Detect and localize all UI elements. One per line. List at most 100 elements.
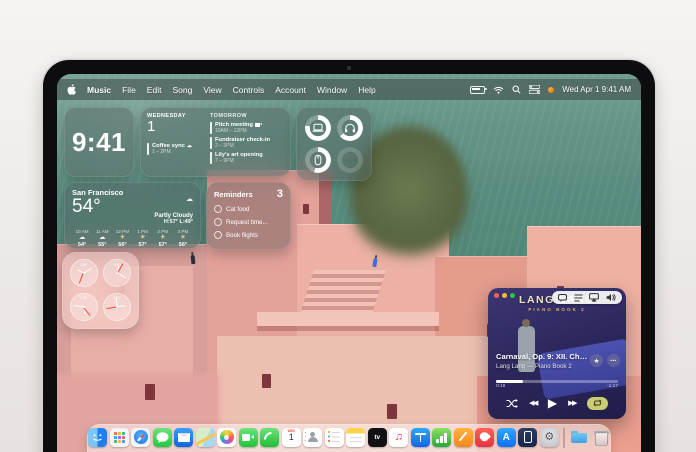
close-button[interactable] [494,293,499,298]
dock-icon-keynote[interactable] [411,428,430,447]
zoom-button[interactable] [510,293,515,298]
dock-icon-phone[interactable] [260,428,279,447]
airplay-icon[interactable] [589,293,599,302]
battery-icon[interactable] [470,86,485,94]
dock-icon-calendar[interactable]: WED1 [282,428,301,447]
menu-music[interactable]: Music [87,85,111,95]
dock-icon-trash[interactable] [591,428,610,447]
analog-clock: TOK [103,293,131,321]
reminders-widget[interactable]: Reminders 3 Cat food Request time... Boo… [206,182,291,250]
dock-icon-reminders[interactable] [325,428,344,447]
reminder-item[interactable]: Request time... [214,218,283,226]
remaining-time: -1:17 [607,384,618,389]
menu-song[interactable]: Song [172,85,192,95]
dock-icon-facetime[interactable] [239,428,258,447]
dock-icon-photos[interactable] [217,428,236,447]
dock-icon-finder[interactable] [88,428,107,447]
dock-icon-contacts[interactable] [303,428,322,447]
calendar-widget[interactable]: WEDNESDAY 1 Coffee sync☁ 1 – 2PM TOMORRO… [140,107,291,177]
more-button[interactable]: ••• [607,354,620,367]
weather-hour: 10 AM☁54° [72,229,92,248]
dock-icon-notes[interactable] [346,428,365,447]
dock-icon-mail[interactable] [174,428,193,447]
dock-icon-messages[interactable] [153,428,172,447]
menubar-datetime[interactable]: Wed Apr 1 9:41 AM [562,85,631,94]
dock-icon-music[interactable]: ♫ [389,428,408,447]
control-center-icon[interactable] [529,85,540,94]
sun-icon: ☀ [112,234,132,242]
minimize-button[interactable] [502,293,507,298]
weather-widget[interactable]: San Francisco 54° ☁ Partly Cloudy H:57° … [64,182,201,249]
reminder-label: Request time... [226,219,268,226]
lyrics-icon[interactable] [558,294,567,302]
battery-ring-macbook[interactable] [305,115,331,141]
artist-album: Lang Lang — Piano Book 2 [496,363,590,370]
batteries-widget[interactable] [296,107,372,181]
reminder-item[interactable]: Book flights [214,231,283,239]
play-button[interactable]: ▶ [548,397,557,409]
menu-view[interactable]: View [203,85,221,95]
dock-icon-games[interactable] [475,428,494,447]
analog-clock: NYC [103,259,131,287]
search-icon[interactable] [512,85,521,94]
event-time: 2 – 3PM [215,143,284,149]
dock-icon-tv[interactable]: tv [368,428,387,447]
previous-button[interactable]: ◀◀ [529,400,537,407]
volume-icon[interactable] [606,293,616,302]
dock-icon-numbers[interactable] [432,428,451,447]
doorway [303,204,309,214]
menu-account[interactable]: Account [275,85,306,95]
wallpaper-walkway [257,312,439,326]
macbook-icon [312,124,324,133]
battery-ring-headphones[interactable] [337,115,363,141]
menu-window[interactable]: Window [317,85,347,95]
reminder-label: Book flights [226,232,258,239]
reminder-item[interactable]: Cat food [214,205,283,213]
cloud-icon: ☁ [187,143,192,149]
dock-icon-settings[interactable]: ⚙ [540,428,559,447]
elapsed-time: 0:18 [496,384,505,389]
checkbox-circle[interactable] [214,205,222,213]
shuffle-icon[interactable] [506,399,518,408]
calendar-event[interactable]: Pitch meeting 10AM – 12PM [210,122,284,134]
battery-ring-mouse[interactable] [305,147,331,173]
menu-file[interactable]: File [122,85,136,95]
favorite-button[interactable]: ★ [590,354,603,367]
analog-clock: LON [70,293,98,321]
sun-icon: ☀ [153,234,173,242]
weather-high-low: H:57° L:49° [154,219,193,225]
dock-icon-app-store[interactable]: A [497,428,516,447]
wifi-icon[interactable] [493,86,504,94]
dock-icon-downloads-folder[interactable] [569,428,588,447]
window-controls [494,293,515,298]
dock-icon-launchpad[interactable] [110,428,129,447]
dock-divider [563,428,565,448]
weather-hour: 2 PM☀57° [153,229,173,248]
tangerine-menu-extra-icon[interactable] [548,87,554,93]
dock-icon-safari[interactable] [131,428,150,447]
headphones-icon [345,123,356,133]
photo-backdrop: Music File Edit Song View Controls Accou… [0,0,696,452]
apple-logo-icon[interactable] [67,84,76,95]
checkbox-circle[interactable] [214,231,222,239]
music-mini-player[interactable]: LANG LANG PIANO BOOK 2 Carnaval, Op. 9: … [488,288,626,419]
battery-ring-empty [337,147,363,173]
dock-icon-maps[interactable] [196,428,215,447]
calendar-event[interactable]: Lily's art opening 7 – 9PM [210,152,284,164]
dock-icon-iphone-mirroring[interactable] [518,428,537,447]
checkbox-circle[interactable] [214,218,222,226]
star-icon: ★ [594,357,600,365]
progress-bar[interactable] [496,380,618,383]
calendar-event[interactable]: Coffee sync☁ 1 – 2PM [147,143,203,155]
clock-widget[interactable]: 9:41 [64,107,134,177]
weather-hour: 3 PM☀56° [173,229,193,248]
next-button[interactable]: ▶▶ [568,400,576,407]
queue-icon[interactable] [574,294,583,302]
menu-edit[interactable]: Edit [147,85,162,95]
repeat-button[interactable] [587,397,608,410]
menu-controls[interactable]: Controls [233,85,265,95]
dock-icon-pages[interactable] [454,428,473,447]
world-clock-widget[interactable]: CUP NYC LON TOK [62,252,139,329]
calendar-event[interactable]: Fundraiser check-in 2 – 3PM [210,137,284,149]
menu-help[interactable]: Help [358,85,375,95]
